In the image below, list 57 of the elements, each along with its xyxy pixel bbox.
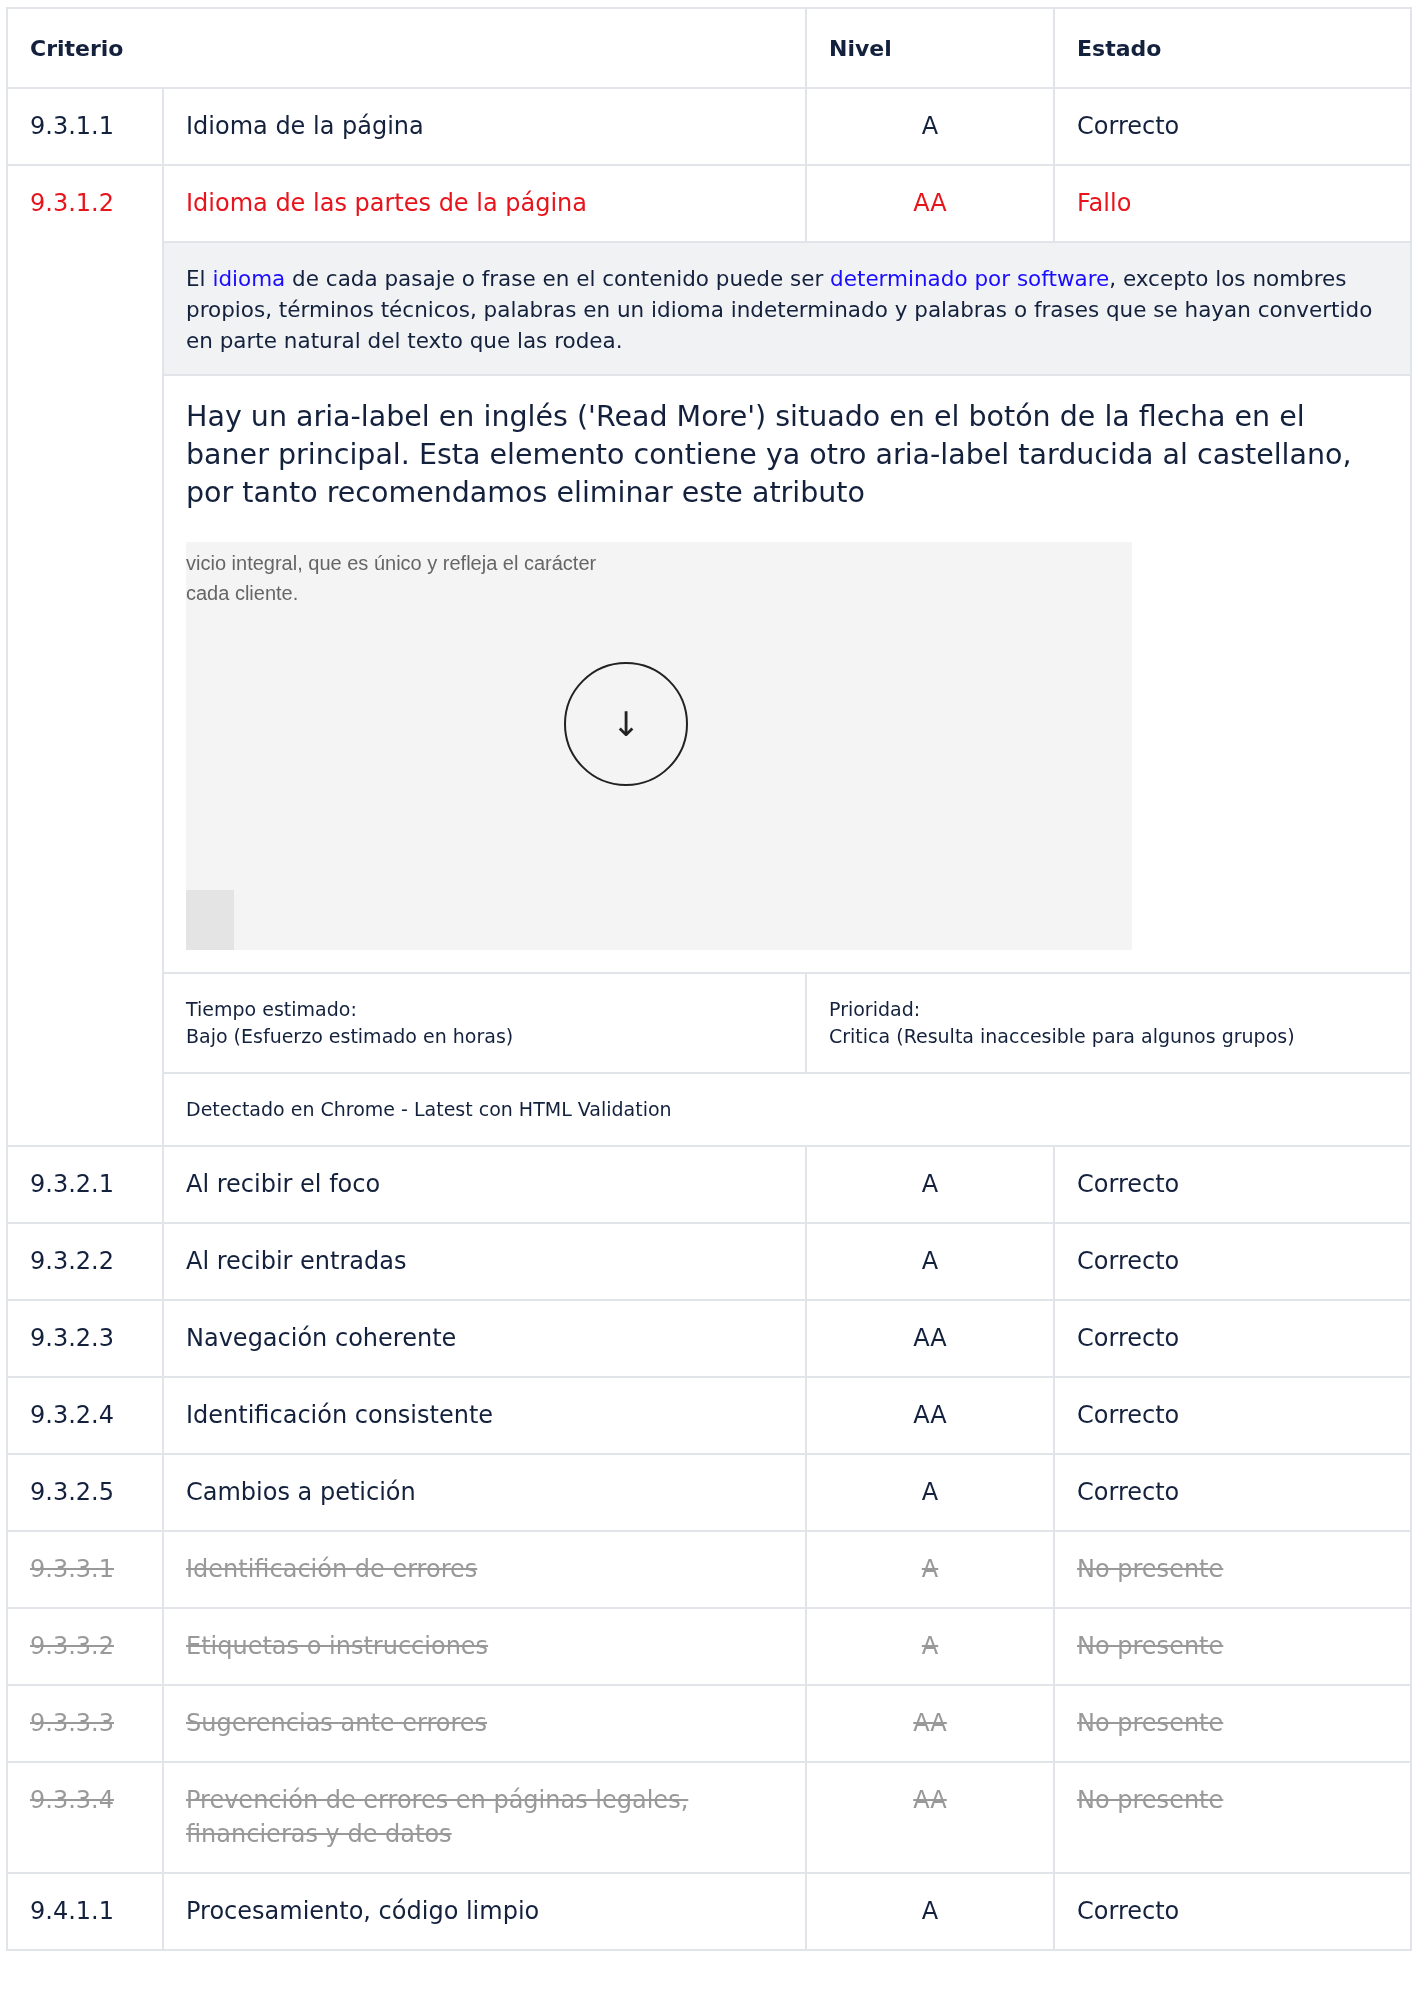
criterion-number: 9.3.2.5 [7, 1454, 163, 1531]
status-cell: No presente [1054, 1762, 1411, 1873]
criterion-number: 9.3.2.1 [7, 1146, 163, 1223]
level-cell: AA [806, 1685, 1054, 1762]
definition-link[interactable]: determinado por software [830, 266, 1110, 291]
status-cell: Correcto [1054, 1300, 1411, 1377]
issue-comment: Hay un aria-label en inglés ('Read More') situado en el botón de la flecha en el baner principal. Esta elemento contiene ya otro aria-label tarducida al castellano, por tanto recomendamos eliminar este atributo [186, 399, 1353, 511]
criterion-name: Navegación coherente [163, 1300, 806, 1377]
criterion-name: Al recibir el foco [163, 1146, 806, 1223]
status-cell: Correcto [1054, 1454, 1411, 1531]
status-cell: Correcto [1054, 88, 1411, 165]
status-cell: Correcto [1054, 1146, 1411, 1223]
detection-info: Detectado en Chrome - Latest con HTML Validation [163, 1073, 1411, 1146]
column-header: Nivel [806, 8, 1054, 88]
criterion-number: 9.4.1.1 [7, 1873, 163, 1950]
status-cell: No presente [1054, 1531, 1411, 1608]
criterion-number: 9.3.3.4 [7, 1762, 163, 1873]
status-cell: Correcto [1054, 1873, 1411, 1950]
level-cell: A [806, 1146, 1054, 1223]
definition-link[interactable]: idioma [212, 266, 286, 291]
criterion-name: Cambios a petición [163, 1454, 806, 1531]
level-cell: AA [806, 1762, 1054, 1873]
criterion-name: Sugerencias ante errores [163, 1685, 806, 1762]
screenshot-text: vicio integral, que es único y refleja el carácter cada cliente. [186, 551, 597, 606]
effort-info: Tiempo estimado: Bajo (Esfuerzo estimado en horas) [163, 973, 806, 1073]
criterion-name: Procesamiento, código limpio [163, 1873, 806, 1950]
level-cell: AA [806, 1300, 1054, 1377]
level-cell: AA [806, 1377, 1054, 1454]
criterion-number: 9.3.3.3 [7, 1685, 163, 1762]
criterion-number: 9.3.1.1 [7, 88, 163, 165]
criterion-name: Prevención de errores en páginas legales, financieras y de datos [163, 1762, 806, 1873]
level-cell: A [806, 1223, 1054, 1300]
criterion-name: Identificación consistente [163, 1377, 806, 1454]
criterion-number: 9.3.3.1 [7, 1531, 163, 1608]
criterion-name: Idioma de la página [163, 88, 806, 165]
priority-info: Prioridad: Critica (Resulta inaccesible para algunos grupos) [806, 973, 1411, 1073]
status-cell: No presente [1054, 1608, 1411, 1685]
criterion-number: 9.3.2.4 [7, 1377, 163, 1454]
status-cell: No presente [1054, 1685, 1411, 1762]
criterion-name: Etiquetas o instrucciones [163, 1608, 806, 1685]
level-cell: A [806, 1531, 1054, 1608]
criterion-name: Identificación de errores [163, 1531, 806, 1608]
status-cell: Correcto [1054, 1377, 1411, 1454]
level-cell: A [806, 1873, 1054, 1950]
criterion-number: 9.3.2.2 [7, 1223, 163, 1300]
definition-text: El idioma de cada pasaje o frase en el contenido puede ser determinado por software, excepto los nombres propios, términos técnicos, palabras en un idioma indeterminado y palabras o frases que se hayan convertido en parte natural del texto que las rodea. [163, 242, 1411, 375]
criterion-number: 9.3.1.2 [7, 165, 163, 1146]
criterion-number: 9.3.2.3 [7, 1300, 163, 1377]
criterion-name: Al recibir entradas [163, 1223, 806, 1300]
screenshot-block [186, 890, 234, 950]
criterion-number: 9.3.3.2 [7, 1608, 163, 1685]
level-cell: A [806, 1608, 1054, 1685]
column-header: Criterio [7, 8, 806, 88]
column-header: Estado [1054, 8, 1411, 88]
status-cell: Correcto [1054, 1223, 1411, 1300]
level-cell: A [806, 88, 1054, 165]
level-cell: A [806, 1454, 1054, 1531]
